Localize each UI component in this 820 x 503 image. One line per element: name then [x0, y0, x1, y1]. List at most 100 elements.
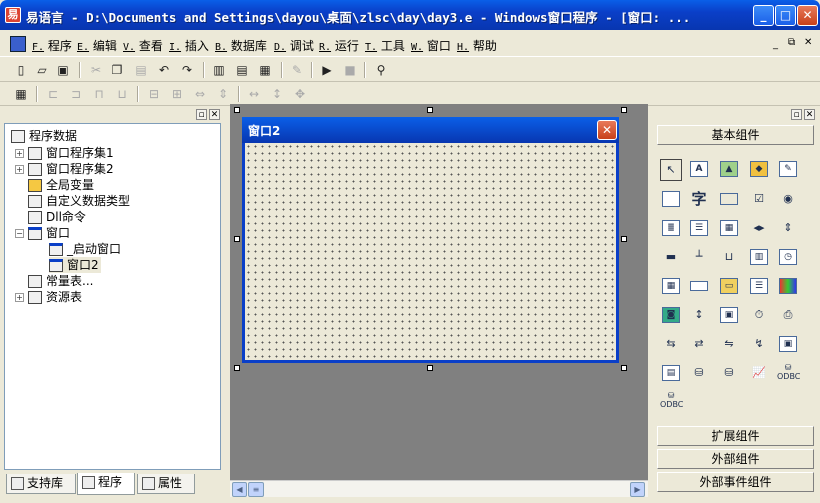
- resize-handle-se[interactable]: [621, 365, 627, 371]
- client-component-icon[interactable]: ⇄: [688, 334, 710, 356]
- tree-item-dll[interactable]: Dll命令: [28, 209, 86, 225]
- layout-grid-icon[interactable]: ▦: [256, 61, 274, 79]
- minimize-button[interactable]: _: [753, 5, 774, 26]
- layout-top-icon[interactable]: ▤: [233, 61, 251, 79]
- tab-support-library[interactable]: 支持库: [6, 474, 76, 494]
- horizontal-scrollbar[interactable]: ◀ ≡ ▶: [230, 480, 648, 497]
- align-right-icon[interactable]: ⊐: [67, 85, 85, 103]
- tree-root[interactable]: 程序数据: [11, 128, 77, 144]
- run-icon[interactable]: ▶: [318, 61, 336, 79]
- layout-left-icon[interactable]: ▥: [210, 61, 228, 79]
- paste-icon[interactable]: ▤: [132, 61, 150, 79]
- align-grid-icon[interactable]: ▦: [12, 85, 30, 103]
- resize-handle-s[interactable]: [427, 365, 433, 371]
- window-frame-component-icon[interactable]: ▣: [718, 305, 740, 327]
- expand-icon[interactable]: +: [15, 165, 24, 174]
- menu-database[interactable]: B. 数据库: [215, 37, 267, 54]
- checkbox-component-icon[interactable]: ☑: [748, 189, 770, 211]
- edit-box-component-icon[interactable]: [660, 189, 682, 211]
- stop-icon[interactable]: ■: [341, 61, 359, 79]
- resize-handle-nw[interactable]: [234, 107, 240, 113]
- menu-insert[interactable]: I. 插入: [169, 37, 209, 54]
- form-grid[interactable]: [245, 143, 616, 360]
- button-component-icon[interactable]: [718, 189, 740, 211]
- tree-item-datatypes[interactable]: 自定义数据类型: [28, 193, 130, 209]
- tree-item-window2[interactable]: 窗口2: [49, 257, 101, 273]
- server-component-icon[interactable]: ⇆: [660, 334, 682, 356]
- same-height-icon[interactable]: ↕: [268, 85, 286, 103]
- color-picker-component-icon[interactable]: [777, 276, 799, 298]
- drawing-component-icon[interactable]: ✎: [777, 159, 799, 181]
- chart-component-icon[interactable]: 📈: [748, 363, 770, 385]
- menu-help[interactable]: H. 帮助: [457, 37, 497, 54]
- calendar-component-icon[interactable]: ▦: [660, 276, 682, 298]
- scroll-right-button[interactable]: ▶: [630, 482, 645, 497]
- open-folder-icon[interactable]: ▱: [33, 61, 51, 79]
- hotkey-component-icon[interactable]: [688, 276, 710, 298]
- hscroll-component-icon[interactable]: ◂▸: [748, 218, 770, 240]
- shape-component-icon[interactable]: ◆: [748, 159, 770, 181]
- resize-handle-ne[interactable]: [621, 107, 627, 113]
- odbc-source-component-icon[interactable]: ⛁ ODBC: [660, 391, 683, 413]
- collapse-icon[interactable]: −: [15, 229, 24, 238]
- tree-item-resources[interactable]: + 资源表: [15, 289, 82, 305]
- mdi-close-button[interactable]: ✕: [804, 37, 812, 48]
- form-close-icon[interactable]: ✕: [597, 120, 617, 140]
- tree-item-assembly1[interactable]: + 窗口程序集1: [15, 145, 114, 161]
- scroll-thumb[interactable]: ≡: [248, 482, 264, 497]
- find-icon[interactable]: ⚲: [372, 61, 390, 79]
- tree-item-constants[interactable]: 常量表...: [28, 273, 93, 289]
- redo-icon[interactable]: ↷: [178, 61, 196, 79]
- label-component-icon[interactable]: A: [688, 159, 710, 181]
- tab-properties[interactable]: 属性: [137, 474, 195, 494]
- radio-component-icon[interactable]: ◉: [777, 189, 799, 211]
- tab-component-icon[interactable]: ⊔: [718, 247, 740, 269]
- center-horizontal-icon[interactable]: ⊟: [145, 85, 163, 103]
- listbox-component-icon[interactable]: ≣: [660, 218, 682, 240]
- label-text-component-icon[interactable]: 字: [688, 189, 710, 211]
- odbc-database-component-icon[interactable]: ⛁ ODBC: [777, 363, 800, 385]
- space-horizontal-icon[interactable]: ⇔: [191, 85, 209, 103]
- printer-component-icon[interactable]: ⎙: [777, 305, 799, 327]
- close-button[interactable]: ✕: [797, 5, 818, 26]
- menu-run[interactable]: R. 运行: [319, 37, 359, 54]
- network-component-icon[interactable]: ◙: [660, 305, 682, 327]
- align-bottom-icon[interactable]: ⊔: [113, 85, 131, 103]
- breakpoint-icon[interactable]: ✎: [288, 61, 306, 79]
- db-source-component-icon[interactable]: ⛁: [718, 363, 740, 385]
- align-top-icon[interactable]: ⊓: [90, 85, 108, 103]
- panel-component-icon[interactable]: ▣: [777, 334, 799, 356]
- mdi-minimize-button[interactable]: _: [773, 39, 778, 50]
- resize-handle-n[interactable]: [427, 107, 433, 113]
- pane-close-button[interactable]: ✕: [209, 109, 220, 120]
- container-component-icon[interactable]: ▥: [748, 247, 770, 269]
- menu-view[interactable]: V. 查看: [123, 37, 163, 54]
- group-extended-components[interactable]: 扩展组件: [657, 426, 814, 446]
- spin-component-icon[interactable]: ↕: [688, 305, 710, 327]
- group-external-event-components[interactable]: 外部事件组件: [657, 472, 814, 492]
- cut-icon[interactable]: ✂: [87, 61, 105, 79]
- group-external-components[interactable]: 外部组件: [657, 449, 814, 469]
- menu-program[interactable]: F. 程序: [32, 37, 72, 54]
- timer-frame-component-icon[interactable]: ◷: [777, 247, 799, 269]
- scroll-left-button[interactable]: ◀: [232, 482, 247, 497]
- align-left-icon[interactable]: ⊏: [44, 85, 62, 103]
- dir-component-icon[interactable]: ▭: [718, 276, 740, 298]
- resize-handle-e[interactable]: [621, 236, 627, 242]
- expand-icon[interactable]: +: [15, 149, 24, 158]
- tree-item-windows[interactable]: − 窗口: [15, 225, 70, 241]
- expand-icon[interactable]: +: [15, 293, 24, 302]
- port-component-icon[interactable]: ⇋: [718, 334, 740, 356]
- menu-debug[interactable]: D. 调试: [274, 37, 314, 54]
- pane-pin-button[interactable]: ▫: [196, 109, 207, 120]
- resize-handle-w[interactable]: [234, 236, 240, 242]
- file-box-component-icon[interactable]: ☰: [748, 276, 770, 298]
- vscroll-component-icon[interactable]: ⇕: [777, 218, 799, 240]
- grid-list-component-icon[interactable]: ▦: [718, 218, 740, 240]
- undo-icon[interactable]: ↶: [155, 61, 173, 79]
- tree-item-globals[interactable]: 全局变量: [28, 177, 94, 193]
- picture-component-icon[interactable]: ▲: [718, 159, 740, 181]
- save-icon[interactable]: ▣: [54, 61, 72, 79]
- same-width-icon[interactable]: ↔: [245, 85, 263, 103]
- tree-item-assembly2[interactable]: + 窗口程序集2: [15, 161, 114, 177]
